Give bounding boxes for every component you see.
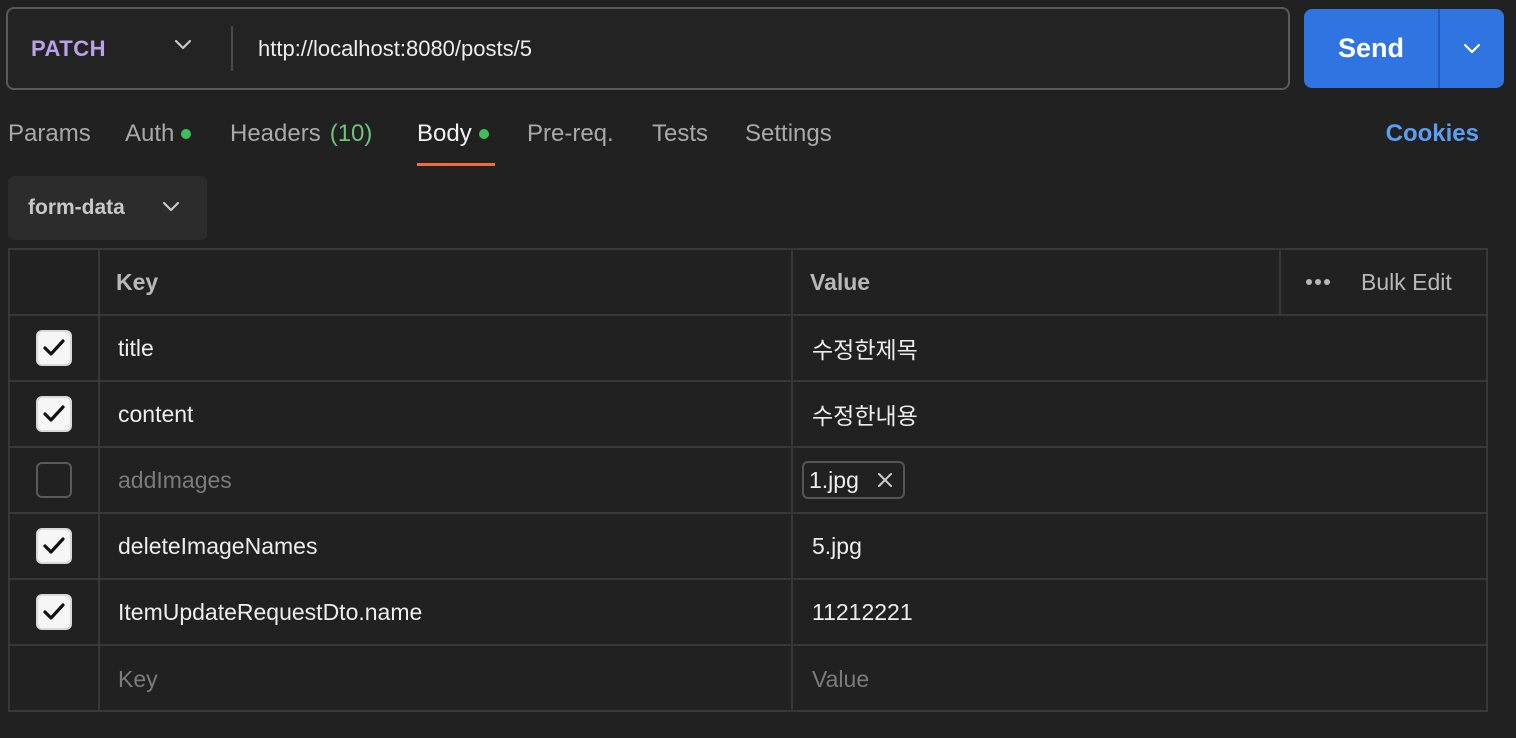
- row-key[interactable]: ItemUpdateRequestDto.name: [100, 580, 793, 644]
- file-chip[interactable]: 1.jpg: [802, 461, 905, 499]
- cookies-link[interactable]: Cookies: [1386, 120, 1479, 148]
- send-options-button[interactable]: [1440, 9, 1504, 88]
- header-value: Value: [793, 250, 1281, 314]
- table-header-row: Key Value Bulk Edit: [10, 250, 1486, 316]
- tab-auth[interactable]: Auth: [125, 120, 192, 148]
- checkmark-icon: [43, 405, 65, 422]
- tab-headers-label: Headers: [230, 120, 321, 147]
- row-checkbox[interactable]: [36, 396, 72, 432]
- tab-tests[interactable]: Tests: [652, 120, 708, 148]
- more-icon: [1306, 279, 1330, 285]
- checkmark-icon: [43, 537, 65, 554]
- close-icon[interactable]: [877, 472, 893, 488]
- new-value-input[interactable]: Value: [793, 646, 1486, 712]
- new-key-input[interactable]: Key: [100, 646, 793, 712]
- chevron-down-icon: [1463, 43, 1481, 53]
- tab-tests-label: Tests: [652, 120, 709, 147]
- row-check-cell: [10, 448, 100, 512]
- request-url-bar: PATCH: [6, 7, 1290, 90]
- tab-body[interactable]: Body: [417, 120, 489, 148]
- row-check-cell: [10, 646, 100, 712]
- active-tab-indicator: [417, 163, 495, 166]
- tab-prereq-label: Pre-req.: [527, 120, 614, 147]
- checkmark-icon: [43, 603, 65, 620]
- method-selector[interactable]: PATCH: [8, 9, 231, 88]
- file-name: 1.jpg: [809, 466, 859, 493]
- table-row: ItemUpdateRequestDto.name 11212221: [10, 580, 1486, 646]
- row-check-cell: [10, 316, 100, 380]
- tab-settings-label: Settings: [745, 120, 832, 147]
- request-tabs: Params Auth Headers (10) Body Pre-req. Te…: [0, 110, 1516, 170]
- table-row: content 수정한내용: [10, 382, 1486, 448]
- row-checkbox[interactable]: [36, 594, 72, 630]
- tab-params-label: Params: [8, 120, 91, 147]
- chevron-down-icon: [162, 201, 180, 212]
- body-type-dropdown[interactable]: form-data: [8, 176, 207, 240]
- row-value[interactable]: 5.jpg: [793, 514, 1486, 578]
- tab-headers[interactable]: Headers (10): [230, 120, 372, 148]
- tab-settings[interactable]: Settings: [745, 120, 832, 148]
- body-status-dot: [478, 129, 489, 139]
- send-button-group: Send: [1304, 9, 1504, 88]
- tab-prereq[interactable]: Pre-req.: [527, 120, 614, 148]
- chevron-down-icon: [174, 39, 192, 50]
- row-check-cell: [10, 580, 100, 644]
- body-type-label: form-data: [28, 196, 125, 219]
- row-check-cell: [10, 382, 100, 446]
- url-input[interactable]: [233, 9, 1288, 88]
- row-checkbox[interactable]: [36, 330, 72, 366]
- table-row: addImages 1.jpg: [10, 448, 1486, 514]
- checkmark-icon: [43, 339, 65, 356]
- header-check-cell: [10, 250, 100, 314]
- row-check-cell: [10, 514, 100, 578]
- row-value[interactable]: 수정한내용: [793, 382, 1486, 446]
- method-label: PATCH: [31, 35, 107, 61]
- header-key: Key: [100, 250, 793, 314]
- table-row: deleteImageNames 5.jpg: [10, 514, 1486, 580]
- row-key[interactable]: title: [100, 316, 793, 380]
- form-data-table: Key Value Bulk Edit title 수정한제목 content …: [8, 248, 1488, 712]
- row-checkbox[interactable]: [36, 528, 72, 564]
- row-key[interactable]: content: [100, 382, 793, 446]
- tab-body-label: Body: [417, 120, 472, 147]
- row-value[interactable]: 수정한제목: [793, 316, 1486, 380]
- table-row-placeholder: Key Value: [10, 646, 1486, 712]
- table-row: title 수정한제목: [10, 316, 1486, 382]
- row-key[interactable]: deleteImageNames: [100, 514, 793, 578]
- row-value[interactable]: 11212221: [793, 580, 1486, 644]
- bulk-edit-button[interactable]: Bulk Edit: [1281, 250, 1486, 314]
- headers-count: (10): [329, 120, 373, 147]
- tab-auth-label: Auth: [125, 120, 175, 147]
- row-key[interactable]: addImages: [100, 448, 793, 512]
- row-value: 1.jpg: [793, 448, 1486, 512]
- send-button[interactable]: Send: [1304, 9, 1438, 88]
- bulk-edit-label: Bulk Edit: [1361, 268, 1452, 295]
- tab-params[interactable]: Params: [8, 120, 91, 148]
- row-checkbox[interactable]: [36, 462, 72, 498]
- auth-status-dot: [181, 129, 192, 139]
